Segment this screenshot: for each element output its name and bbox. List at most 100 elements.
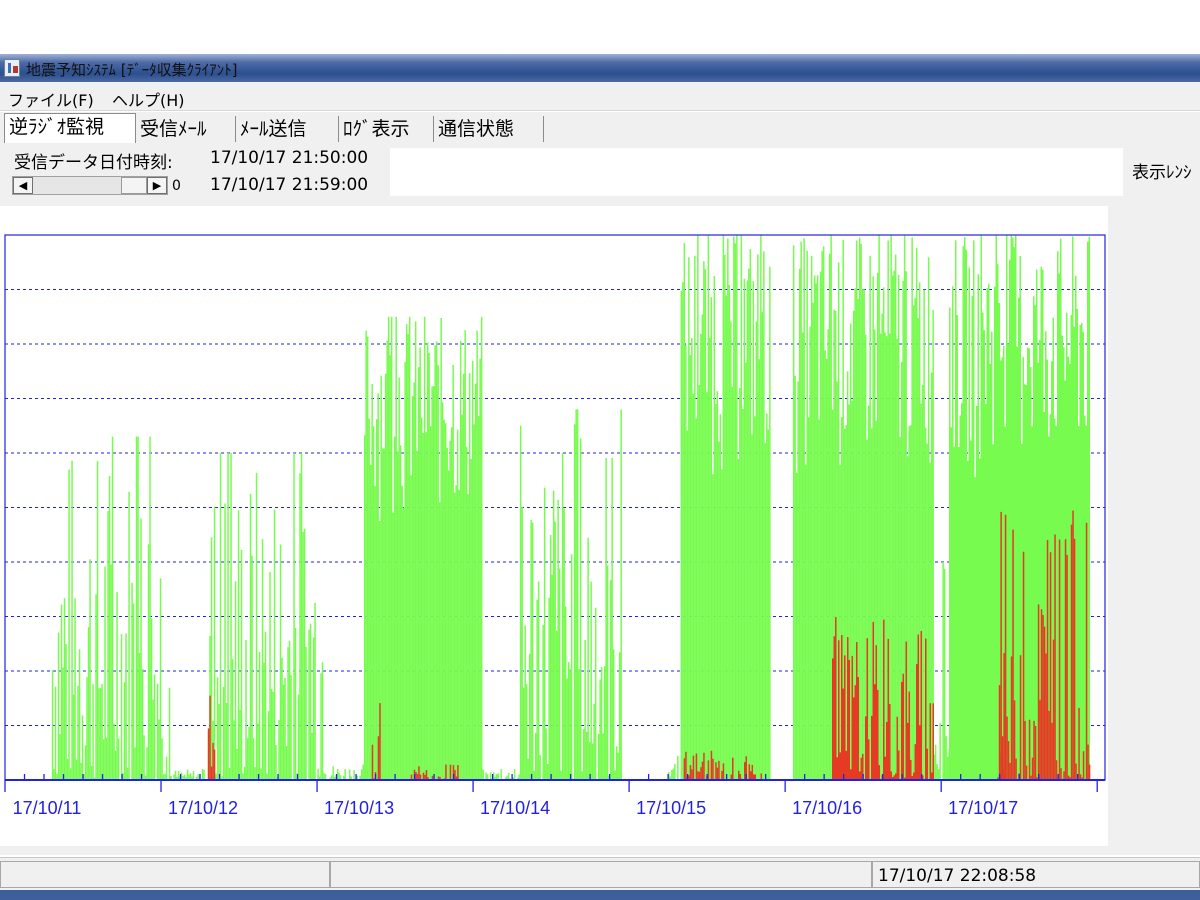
green-bar: [739, 388, 741, 780]
green-bar: [551, 574, 553, 780]
green-bar: [468, 373, 471, 780]
red-bar: [1075, 763, 1077, 780]
green-bar: [161, 738, 163, 780]
green-bar: [716, 391, 719, 780]
green-bar: [1009, 259, 1011, 781]
green-bar: [798, 268, 801, 780]
red-bar: [1058, 539, 1061, 780]
red-bar: [883, 619, 885, 780]
red-bar: [887, 638, 889, 780]
tab-received-mail[interactable]: 受信ﾒｰﾙ: [136, 116, 236, 142]
green-bar: [737, 459, 740, 780]
window-title: 地震予知ｼｽﾃﾑ [ﾃﾞｰﾀ収集ｸﾗｲｱﾝﾄ]: [26, 61, 238, 79]
green-bar: [260, 768, 262, 780]
green-bar: [752, 281, 755, 780]
red-bar: [685, 751, 687, 780]
tab-comm-status[interactable]: 通信状態: [434, 116, 544, 142]
tab-log-view[interactable]: ﾛｸﾞ表示: [339, 116, 434, 142]
green-bar: [507, 772, 510, 780]
green-bar: [881, 313, 883, 780]
green-bar: [809, 326, 811, 780]
green-bar: [98, 688, 100, 780]
green-bar: [408, 316, 411, 781]
red-bar: [842, 688, 844, 780]
green-bar: [599, 679, 601, 780]
green-bar: [272, 691, 274, 780]
red-bar: [868, 739, 870, 780]
x-tick-label: 17/10/15: [636, 798, 706, 818]
green-bar: [381, 448, 384, 780]
green-bar: [75, 759, 78, 780]
green-bar: [59, 734, 61, 780]
green-bar: [530, 519, 532, 780]
red-bar: [1045, 653, 1047, 780]
menu-file[interactable]: ファイル(F): [8, 87, 94, 111]
red-bar: [692, 755, 695, 780]
green-bar: [189, 773, 192, 780]
red-bar: [932, 703, 934, 780]
green-bar: [1063, 347, 1065, 780]
x-tick-label: 17/10/17: [948, 798, 1018, 818]
green-bar: [275, 744, 277, 780]
green-bar: [401, 485, 403, 780]
green-bar: [795, 472, 798, 780]
green-bar: [444, 423, 447, 780]
green-bar: [108, 475, 111, 780]
green-bar: [140, 518, 142, 780]
red-bar: [1052, 639, 1055, 780]
green-bar: [994, 286, 996, 780]
green-bar: [698, 384, 701, 780]
green-bar: [239, 709, 241, 780]
green-bar: [686, 430, 689, 780]
green-bar: [449, 440, 451, 780]
green-bar: [270, 688, 273, 780]
green-bar: [396, 451, 399, 780]
green-bar: [674, 763, 676, 780]
green-bar: [715, 404, 717, 780]
tab-send-mail[interactable]: ﾒｰﾙ送信: [236, 116, 339, 142]
green-bar: [89, 559, 91, 780]
green-bar: [126, 767, 129, 780]
green-bar: [903, 235, 906, 780]
red-bar: [695, 753, 698, 780]
scroll-thumb[interactable]: [121, 177, 147, 194]
green-bar: [257, 723, 259, 780]
green-bar: [104, 566, 106, 780]
green-bar: [414, 321, 417, 780]
green-bar: [399, 445, 402, 780]
green-bar: [92, 684, 94, 780]
green-bar: [1018, 297, 1020, 780]
red-bar: [1003, 653, 1005, 780]
menu-help[interactable]: ヘルプ(H): [112, 87, 185, 111]
green-bar: [413, 382, 415, 780]
green-bar: [950, 427, 952, 780]
red-bar: [1031, 757, 1034, 780]
green-bar: [955, 240, 957, 780]
green-bar: [453, 492, 456, 780]
green-bar: [132, 603, 135, 780]
red-bar: [1088, 764, 1091, 780]
green-bar: [869, 255, 871, 781]
red-bar: [1013, 700, 1016, 780]
received-datetime-label: 受信データ日付時刻:: [14, 153, 173, 173]
red-bar: [1034, 726, 1037, 780]
green-bar: [348, 769, 351, 780]
green-bar: [429, 426, 432, 780]
red-bar: [1064, 539, 1067, 780]
scroll-left-icon[interactable]: ◀: [13, 177, 33, 194]
scroll-right-icon[interactable]: ▶: [147, 177, 167, 194]
time-scrollbar[interactable]: ◀ ▶: [12, 176, 168, 195]
red-bar: [716, 767, 719, 780]
green-bar: [233, 720, 235, 780]
green-bar: [240, 550, 243, 780]
green-bar: [959, 415, 961, 780]
green-bar: [694, 255, 696, 781]
red-bar: [901, 681, 903, 780]
green-bar: [465, 446, 468, 780]
red-bar: [1042, 615, 1044, 780]
tab-reverse-radio-monitor[interactable]: 逆ﾗｼﾞｵ監視: [4, 113, 136, 144]
green-bar: [434, 345, 436, 780]
green-bar: [281, 657, 283, 780]
green-bar: [362, 764, 364, 780]
green-bar: [587, 537, 589, 780]
